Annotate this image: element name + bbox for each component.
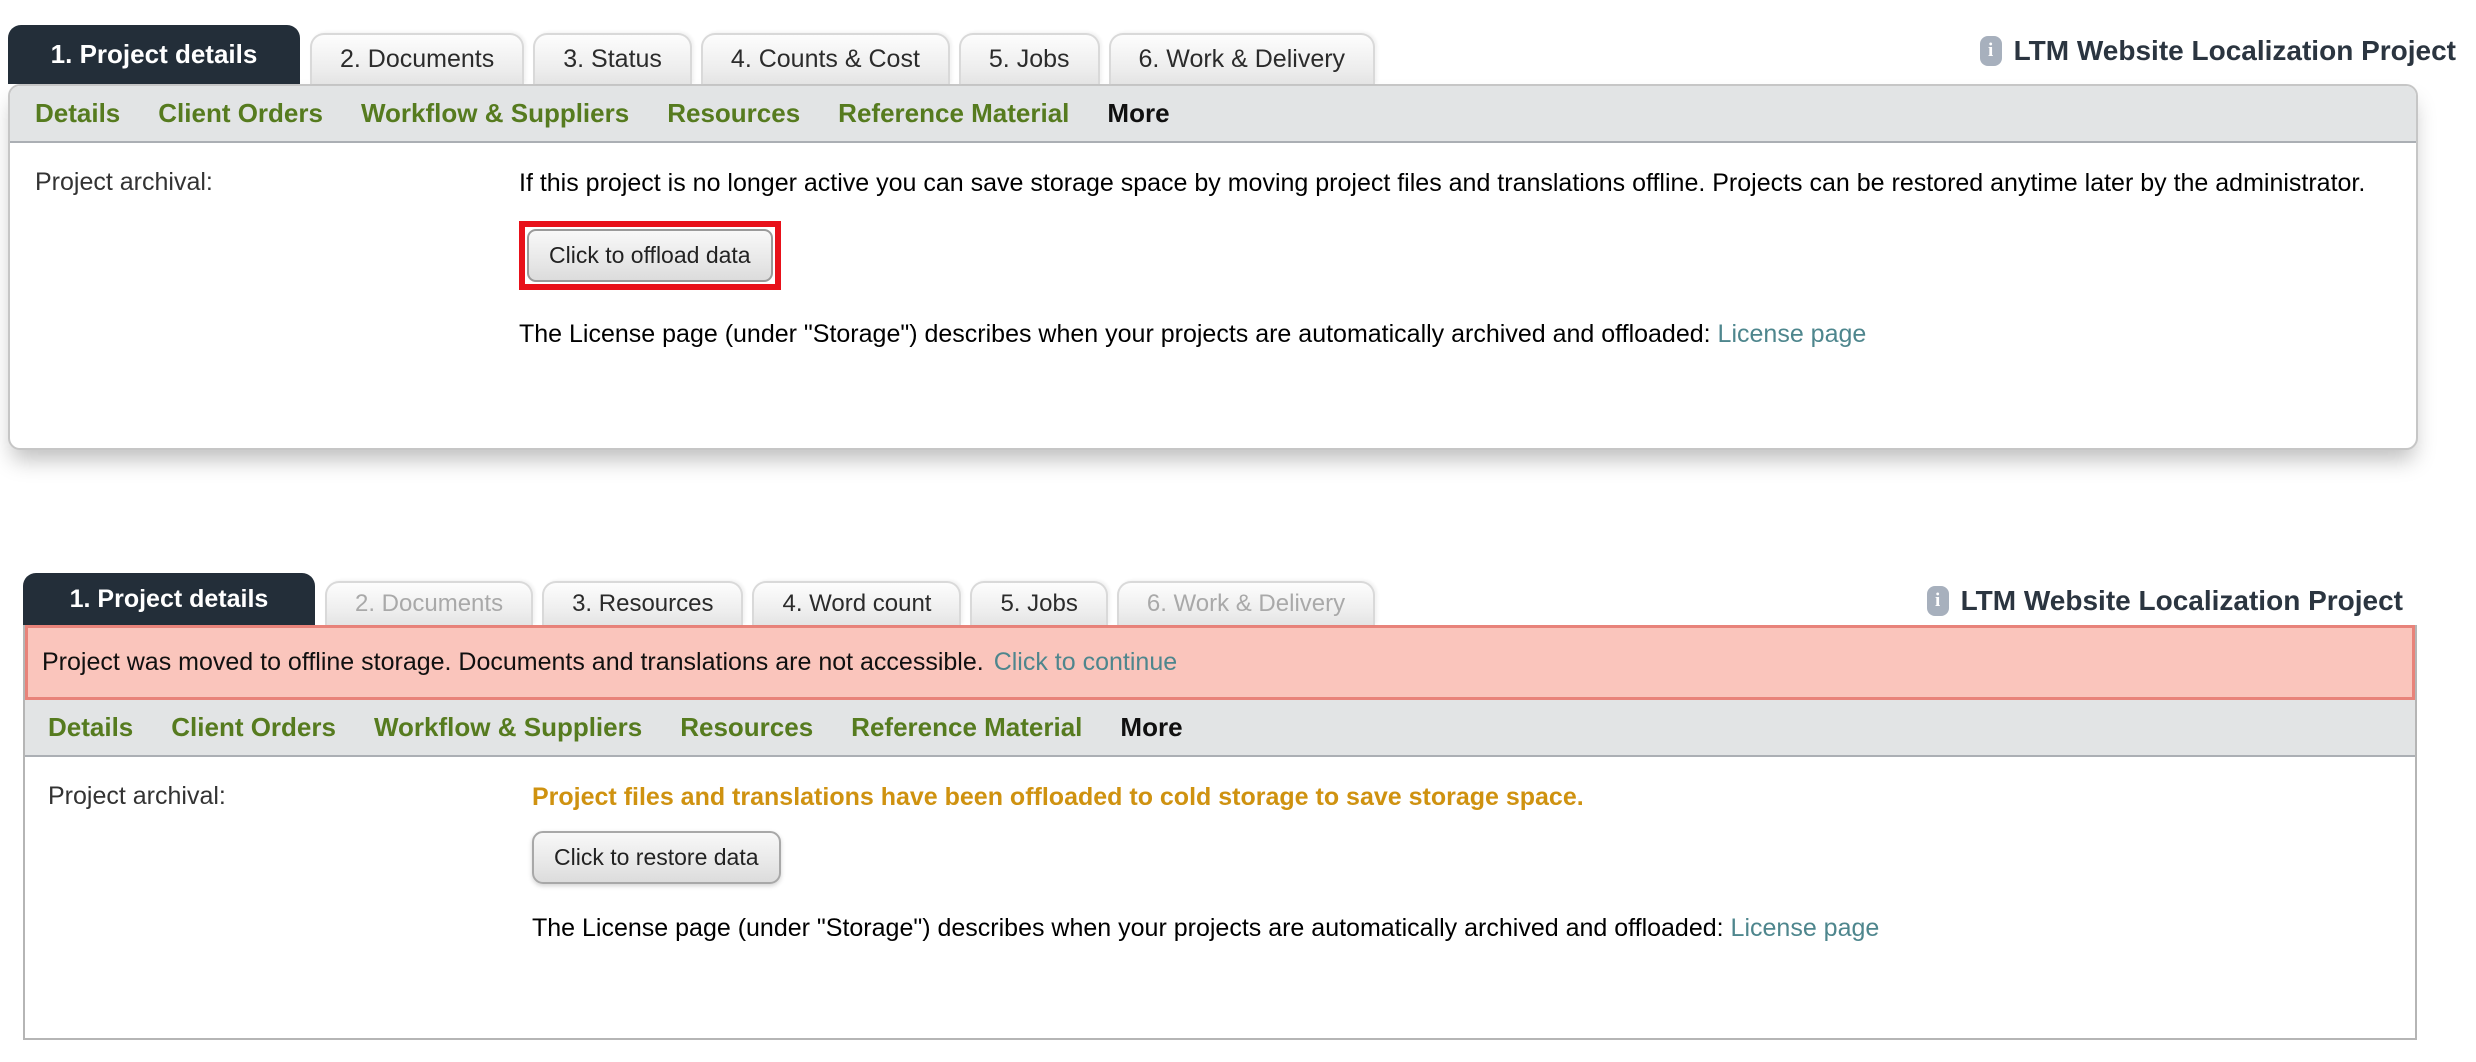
project-details-pane: Project was moved to offline storage. Do… <box>23 625 2417 1040</box>
offload-data-button[interactable]: Click to offload data <box>527 229 773 282</box>
subtab-resources[interactable]: Resources <box>667 98 800 129</box>
subtab-client-orders[interactable]: Client Orders <box>171 712 336 743</box>
sub-tab-bar: Details Client Orders Workflow & Supplie… <box>25 700 2415 757</box>
subtab-details[interactable]: Details <box>48 712 133 743</box>
window-title: i LTM Website Localization Project <box>1980 35 2456 67</box>
tab-word-count[interactable]: 4. Word count <box>752 581 961 625</box>
license-note-text: The License page (under "Storage") descr… <box>519 320 1711 348</box>
subtab-more[interactable]: More <box>1107 98 1169 129</box>
archival-label: Project archival: <box>48 779 532 943</box>
archival-label: Project archival: <box>35 165 519 349</box>
archival-section: Project archival: If this project is no … <box>10 143 2416 349</box>
restore-data-button[interactable]: Click to restore data <box>532 831 781 884</box>
tab-status[interactable]: 3. Status <box>533 33 692 84</box>
red-highlight-rectangle: Click to offload data <box>519 221 781 290</box>
window-title: i LTM Website Localization Project <box>1927 585 2403 617</box>
offline-banner-text: Project was moved to offline storage. Do… <box>42 648 984 677</box>
info-icon[interactable]: i <box>1980 36 2002 66</box>
offline-storage-banner: Project was moved to offline storage. Do… <box>25 625 2415 700</box>
tab-project-details[interactable]: 1. Project details <box>8 25 300 84</box>
tab-work-delivery: 6. Work & Delivery <box>1117 581 1375 625</box>
license-note-text: The License page (under "Storage") descr… <box>532 914 1724 942</box>
license-page-link[interactable]: License page <box>1731 914 1880 942</box>
tab-jobs[interactable]: 5. Jobs <box>959 33 1100 84</box>
main-tab-bar: 1. Project details 2. Documents 3. Statu… <box>8 25 2418 84</box>
click-to-continue-link[interactable]: Click to continue <box>994 648 1177 677</box>
subtab-workflow-suppliers[interactable]: Workflow & Suppliers <box>374 712 642 743</box>
subtab-more[interactable]: More <box>1120 712 1182 743</box>
subtab-reference-material[interactable]: Reference Material <box>838 98 1069 129</box>
info-icon[interactable]: i <box>1927 586 1949 616</box>
tab-documents: 2. Documents <box>325 581 533 625</box>
tab-project-details[interactable]: 1. Project details <box>23 573 315 625</box>
license-page-link[interactable]: License page <box>1718 320 1867 348</box>
project-title-text: LTM Website Localization Project <box>1961 585 2403 617</box>
sub-tab-bar: Details Client Orders Workflow & Supplie… <box>10 86 2416 143</box>
tab-counts-cost[interactable]: 4. Counts & Cost <box>701 33 950 84</box>
tab-documents[interactable]: 2. Documents <box>310 33 524 84</box>
archival-description: If this project is no longer active you … <box>519 165 2416 201</box>
project-title-text: LTM Website Localization Project <box>2014 35 2456 67</box>
license-note: The License page (under "Storage") descr… <box>532 914 2415 943</box>
archival-section: Project archival: Project files and tran… <box>25 757 2415 943</box>
subtab-details[interactable]: Details <box>35 98 120 129</box>
tab-resources[interactable]: 3. Resources <box>542 581 743 625</box>
license-note: The License page (under "Storage") descr… <box>519 320 2416 349</box>
subtab-workflow-suppliers[interactable]: Workflow & Suppliers <box>361 98 629 129</box>
main-tab-bar: 1. Project details 2. Documents 3. Resou… <box>23 573 2417 625</box>
project-panel-after-offload: 1. Project details 2. Documents 3. Resou… <box>23 573 2417 1040</box>
tab-jobs[interactable]: 5. Jobs <box>970 581 1107 625</box>
subtab-reference-material[interactable]: Reference Material <box>851 712 1082 743</box>
tab-work-delivery[interactable]: 6. Work & Delivery <box>1109 33 1376 84</box>
subtab-resources[interactable]: Resources <box>680 712 813 743</box>
subtab-client-orders[interactable]: Client Orders <box>158 98 323 129</box>
project-panel-before-offload: 1. Project details 2. Documents 3. Statu… <box>8 25 2418 450</box>
project-details-pane: Details Client Orders Workflow & Supplie… <box>8 84 2418 450</box>
offloaded-status-message: Project files and translations have been… <box>532 779 2415 815</box>
